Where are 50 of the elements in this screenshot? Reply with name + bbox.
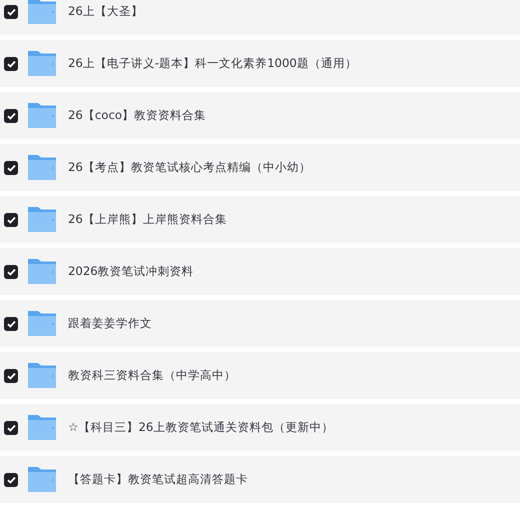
checkmark-icon bbox=[6, 216, 16, 224]
file-row[interactable]: 【答题卡】教资笔试超高清答题卡 bbox=[0, 456, 520, 503]
folder-name: 26【上岸熊】上岸熊资料合集 bbox=[68, 212, 227, 227]
folder-icon bbox=[27, 50, 57, 77]
folder-name: 【答题卡】教资笔试超高清答题卡 bbox=[68, 472, 248, 487]
file-row[interactable]: 26上【电子讲义-题本】科一文化素养1000题（通用） bbox=[0, 40, 520, 87]
checkbox[interactable] bbox=[4, 212, 18, 226]
folder-icon bbox=[27, 414, 57, 441]
folder-name: 26【coco】教资资料合集 bbox=[68, 108, 206, 123]
checkbox[interactable] bbox=[4, 316, 18, 330]
checkmark-icon bbox=[6, 60, 16, 68]
checkmark-icon bbox=[6, 424, 16, 432]
folder-name: 教资科三资料合集（中学高中） bbox=[68, 368, 236, 383]
file-row[interactable]: 26上【大圣】 bbox=[0, 0, 520, 35]
checkmark-icon bbox=[6, 268, 16, 276]
checkbox[interactable] bbox=[4, 108, 18, 122]
checkbox[interactable] bbox=[4, 368, 18, 382]
checkmark-icon bbox=[6, 372, 16, 380]
checkbox[interactable] bbox=[4, 160, 18, 174]
checkbox[interactable] bbox=[4, 56, 18, 70]
checkmark-icon bbox=[6, 320, 16, 328]
file-row[interactable]: 教资科三资料合集（中学高中） bbox=[0, 352, 520, 399]
folder-icon bbox=[27, 466, 57, 493]
folder-icon bbox=[27, 310, 57, 337]
folder-icon bbox=[27, 154, 57, 181]
folder-name: 26【考点】教资笔试核心考点精编（中小幼） bbox=[68, 160, 311, 175]
folder-icon bbox=[27, 362, 57, 389]
checkmark-icon bbox=[6, 476, 16, 484]
checkbox[interactable] bbox=[4, 4, 18, 18]
folder-icon bbox=[27, 102, 57, 129]
file-row[interactable]: 26【上岸熊】上岸熊资料合集 bbox=[0, 196, 520, 243]
file-row[interactable]: 2026教资笔试冲刺资料 bbox=[0, 248, 520, 295]
checkbox[interactable] bbox=[4, 420, 18, 434]
checkbox[interactable] bbox=[4, 472, 18, 486]
folder-name: 26上【大圣】 bbox=[68, 4, 143, 19]
file-row[interactable]: 26【考点】教资笔试核心考点精编（中小幼） bbox=[0, 144, 520, 191]
file-row[interactable]: 跟着姜姜学作文 bbox=[0, 300, 520, 347]
folder-name: ☆【科目三】26上教资笔试通关资料包（更新中） bbox=[68, 420, 334, 435]
folder-name: 跟着姜姜学作文 bbox=[68, 316, 152, 331]
folder-icon bbox=[27, 206, 57, 233]
folder-name: 2026教资笔试冲刺资料 bbox=[68, 264, 194, 279]
file-row[interactable]: 26【coco】教资资料合集 bbox=[0, 92, 520, 139]
folder-icon bbox=[27, 258, 57, 285]
checkmark-icon bbox=[6, 164, 16, 172]
file-row[interactable]: ☆【科目三】26上教资笔试通关资料包（更新中） bbox=[0, 404, 520, 451]
folder-name: 26上【电子讲义-题本】科一文化素养1000题（通用） bbox=[68, 56, 357, 71]
checkmark-icon bbox=[6, 8, 16, 16]
folder-icon bbox=[27, 0, 57, 25]
checkbox[interactable] bbox=[4, 264, 18, 278]
checkmark-icon bbox=[6, 112, 16, 120]
